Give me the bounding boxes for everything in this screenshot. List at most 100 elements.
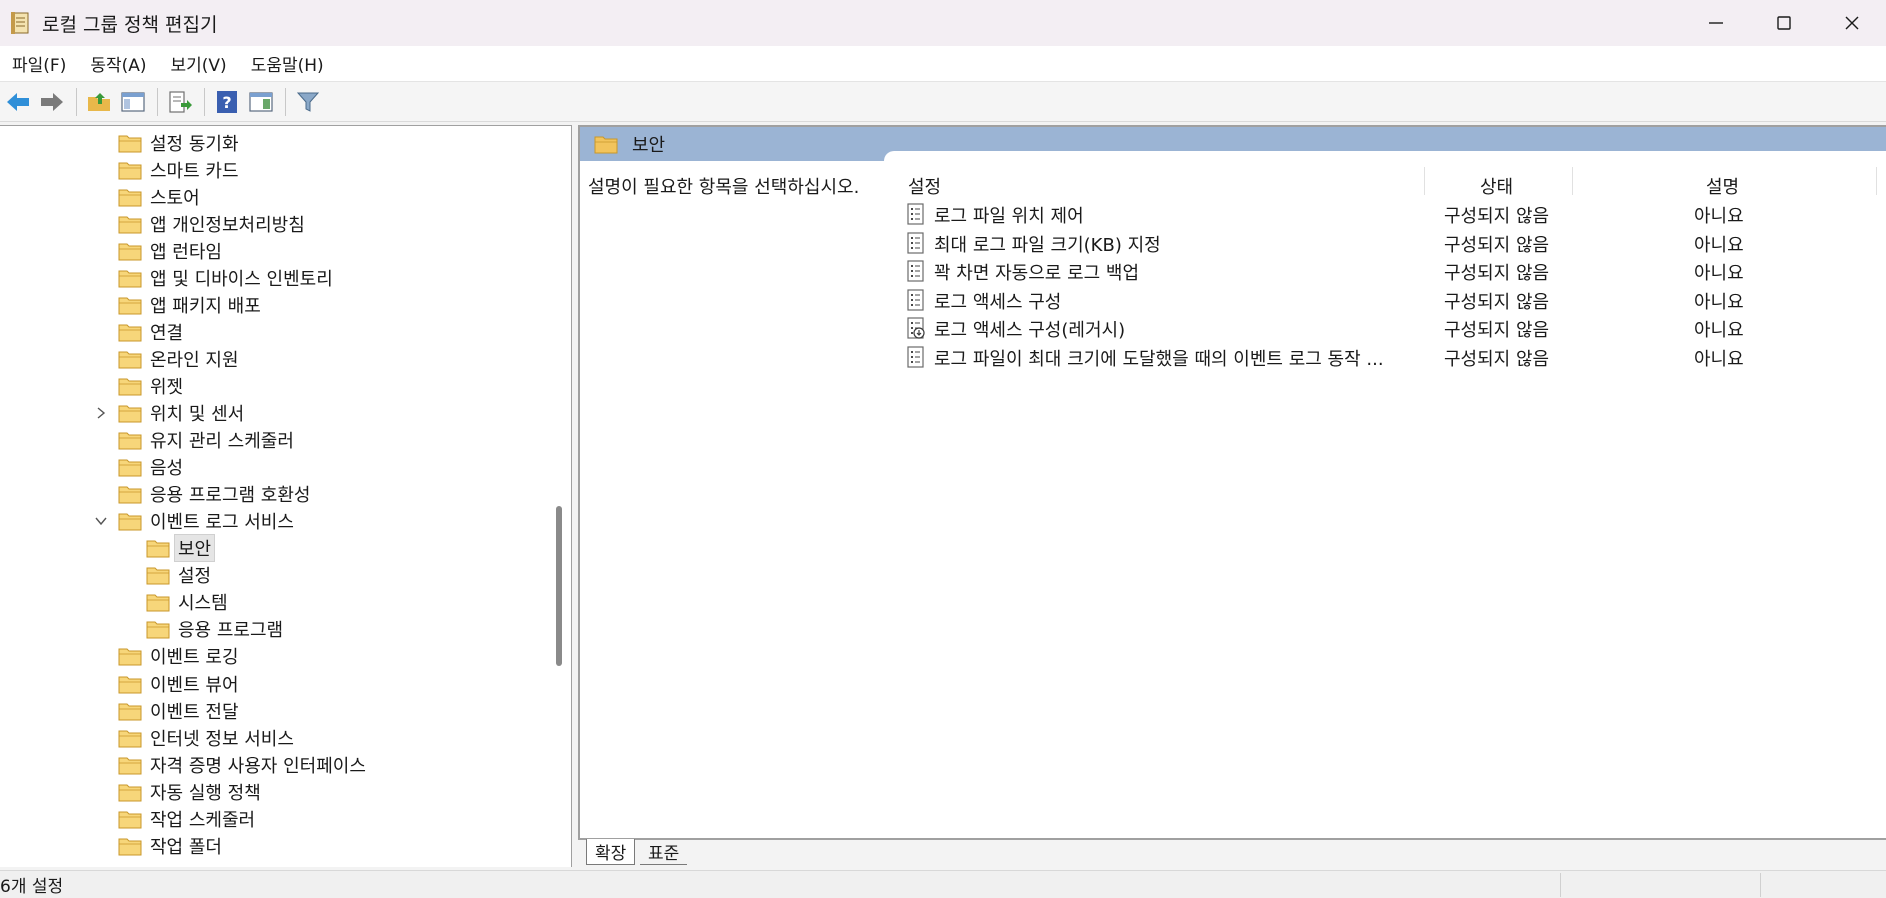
tree-item[interactable]: 스마트 카드 [118,156,239,183]
folder-icon [118,243,142,261]
folder-icon [118,135,142,152]
chevron-right-icon[interactable] [94,406,108,420]
tree-item[interactable]: 응용 프로그램 [146,616,283,643]
folder-icon [118,270,142,288]
tree-item-label: 응용 프로그램 호환성 [150,485,311,507]
tree-item[interactable]: 설정 동기화 [118,129,239,156]
forward-button[interactable] [36,86,68,118]
folder-icon [594,136,618,154]
table-row[interactable]: 로그 액세스 구성 구성되지 않음 아니요 [580,285,1886,313]
tree-item-label: 스마트 카드 [150,160,239,182]
column-header-comment[interactable]: 설명 [1706,173,1739,199]
folder-icon [118,730,142,748]
filter-button[interactable] [292,86,324,118]
tree-item[interactable]: 온라인 지원 [118,345,239,372]
tree-item[interactable]: 앱 및 디바이스 인벤토리 [118,264,333,291]
show-hide-action-pane-button[interactable] [245,86,277,118]
tree-item[interactable]: 작업 폴더 [118,832,222,859]
setting-comment: 아니요 [1694,320,1744,341]
group-policy-app-icon [11,12,29,34]
tree-item[interactable]: 설정 [146,562,211,589]
folder-icon [118,378,142,396]
folder-icon [146,567,170,585]
menu-action[interactable]: 동작(A) [80,51,156,76]
tab-extended[interactable]: 확장 [586,839,636,865]
table-row[interactable]: 로그 액세스 구성(레거시) 구성되지 않음 아니요 [580,313,1886,341]
title-bar: 로컬 그룹 정책 편집기 [0,0,1886,46]
tree-item[interactable]: 인터넷 정보 서비스 [118,724,294,751]
tree-scrollbar-thumb[interactable] [556,506,562,666]
help-button[interactable]: ? [211,86,243,118]
tree-item[interactable]: 스토어 [118,183,200,210]
tree-item[interactable]: 위젯 [118,372,183,399]
tree-item[interactable]: 응용 프로그램 호환성 [118,481,310,508]
setting-state: 구성되지 않음 [1444,320,1550,341]
maximize-icon [1777,16,1791,30]
table-row[interactable]: 최대 로그 파일 크기(KB) 지정 구성되지 않음 아니요 [580,228,1886,256]
minimize-button[interactable] [1682,0,1750,46]
show-hide-tree-button[interactable] [117,86,149,118]
tree-item-label: 이벤트 뷰어 [150,674,239,696]
tree-item[interactable]: 작업 스케줄러 [118,805,255,832]
setting-name: 꽉 차면 자동으로 로그 백업 [934,263,1140,284]
tree-item-label: 위치 및 센서 [150,404,245,425]
up-one-level-button[interactable] [83,86,115,118]
toolbar-separator [204,87,205,116]
tree-item[interactable]: 위치 및 센서 [97,400,245,427]
tree-item-label: 보안 [174,534,216,563]
column-header-state[interactable]: 상태 [1480,173,1513,199]
tree-item[interactable]: 이벤트 뷰어 [118,670,239,697]
tree-item-label: 음성 [150,458,184,480]
filter-icon [296,92,320,112]
tree-item[interactable]: 앱 런타임 [118,237,222,264]
tree-item-label: 연결 [150,322,184,344]
table-row[interactable]: 꽉 차면 자동으로 로그 백업 구성되지 않음 아니요 [580,256,1886,284]
tree-item-label: 설정 [178,566,212,588]
folder-icon [118,784,142,802]
tree-item[interactable]: 시스템 [146,589,228,616]
toolbar-separator [76,87,77,116]
tree-item[interactable]: 음성 [118,454,183,481]
folder-icon [146,540,170,558]
view-tabs: 확장 표준 [578,838,1886,868]
setting-state: 구성되지 않음 [1444,291,1550,313]
tab-standard[interactable]: 표준 [640,839,688,865]
show-hide-tree-icon [121,91,145,112]
setting-comment: 아니요 [1694,206,1744,227]
tree-item[interactable]: 보안 [146,534,216,563]
chevron-down-icon[interactable] [94,514,108,528]
export-list-button[interactable] [164,86,196,118]
tree-item-label: 자동 실행 정책 [150,782,261,804]
tree-item[interactable]: 유지 관리 스케줄러 [118,427,294,454]
folder-icon [118,189,142,207]
tree-item[interactable]: 이벤트 로깅 [118,643,239,670]
up-folder-icon [88,92,110,111]
svg-text:?: ? [222,93,231,112]
folder-icon [118,459,142,477]
tree-item-label: 앱 및 디바이스 인벤토리 [150,268,333,290]
menu-help[interactable]: 도움말(H) [241,51,334,76]
menu-view[interactable]: 보기(V) [161,51,237,76]
tree-item[interactable]: 이벤트 전달 [118,697,239,724]
tree-item[interactable]: 자격 증명 사용자 인터페이스 [118,751,366,778]
tree-item-label: 시스템 [178,593,228,615]
tree-item-label: 스토어 [150,187,200,209]
tree-item-label: 앱 런타임 [150,241,222,263]
table-row[interactable]: 로그 파일 위치 제어 구성되지 않음 아니요 [580,199,1886,227]
tree-item[interactable]: 앱 개인정보처리방침 [118,210,305,237]
column-header-setting[interactable]: 설정 [908,173,941,199]
tree-item[interactable]: 이벤트 로그 서비스 [95,508,294,535]
tree-item-label: 작업 스케줄러 [150,809,256,831]
menu-file[interactable]: 파일(F) [2,51,76,76]
folder-icon [118,162,142,180]
tree-scrollbar[interactable] [552,126,566,867]
tree-item-label: 위젯 [150,376,184,398]
forward-arrow-icon [41,92,63,111]
close-button[interactable] [1818,0,1886,46]
table-row[interactable]: 로그 파일이 최대 크기에 도달했을 때의 이벤트 로그 동작 ... 구성되지 … [580,342,1886,370]
back-button[interactable] [2,86,34,118]
tree-item[interactable]: 자동 실행 정책 [118,778,261,805]
maximize-button[interactable] [1750,0,1818,46]
tree-item[interactable]: 연결 [118,318,183,345]
tree-item[interactable]: 앱 패키지 배포 [118,291,261,318]
